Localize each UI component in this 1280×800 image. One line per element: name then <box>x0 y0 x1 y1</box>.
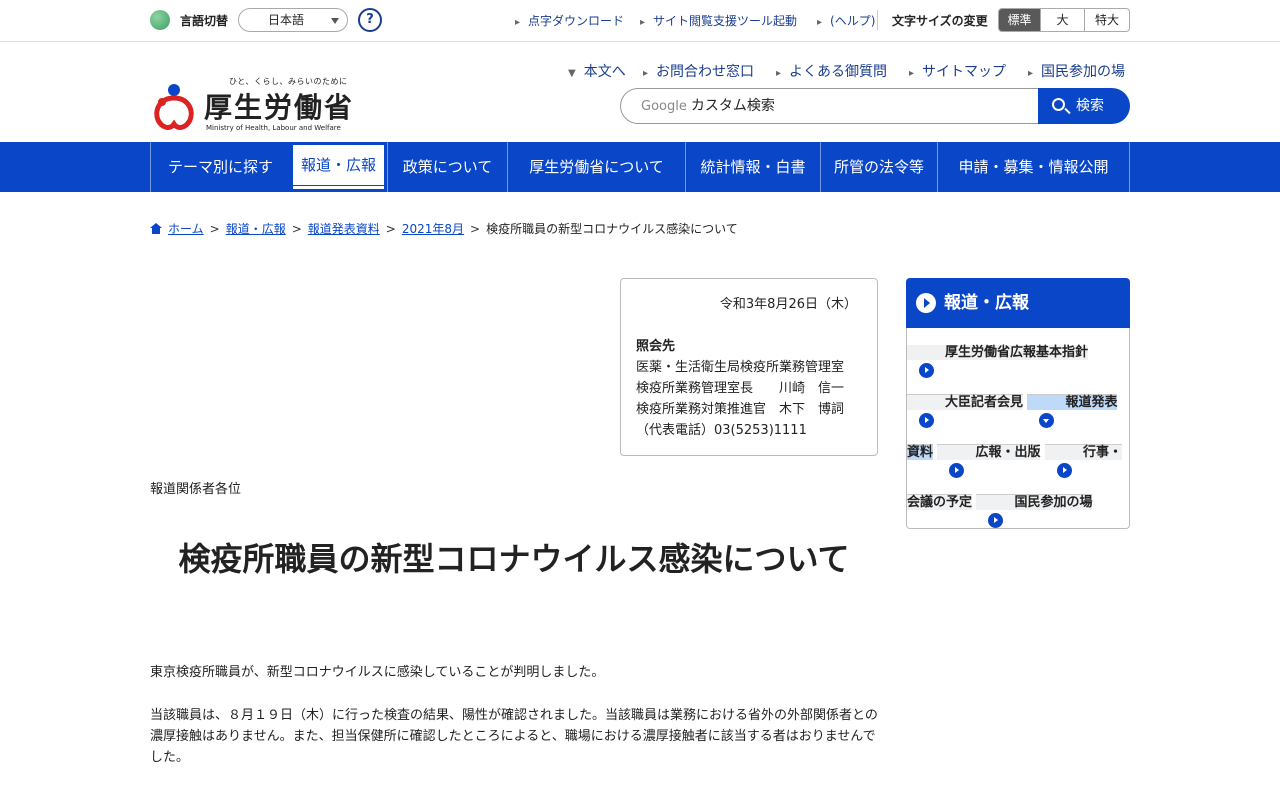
nav-theme[interactable]: テーマ別に探す <box>150 142 290 192</box>
braille-download-link[interactable]: 点字ダウンロード <box>515 12 624 29</box>
arrow-right-circle-icon <box>949 463 965 478</box>
contact-line: 検疫所業務管理室長 川崎 信一 <box>636 381 845 396</box>
skip-to-content-link[interactable]: ▼ 本文へ <box>568 61 626 81</box>
body-paragraph: 東京検疫所職員が、新型コロナウイルスに感染していることが判明しました。 <box>150 665 605 680</box>
mhlw-logo-icon <box>154 84 194 130</box>
arrow-right-icon: ▸ <box>643 68 649 79</box>
arrow-right-circle-icon <box>916 293 936 313</box>
breadcrumb-releases[interactable]: 報道発表資料 <box>308 222 380 236</box>
side-nav-item-publications[interactable]: 広報・出版 <box>937 444 1041 478</box>
breadcrumb-current: 検疫所職員の新型コロナウイルス感染について <box>486 222 738 236</box>
font-size-xlarge-button[interactable]: 特大 <box>1085 9 1129 31</box>
contact-line: 検疫所業務対策推進官 木下 博詞 <box>636 402 845 417</box>
nav-laws[interactable]: 所管の法令等 <box>820 142 937 192</box>
breadcrumb-press[interactable]: 報道・広報 <box>226 222 286 236</box>
contact-link[interactable]: ▸ お問合わせ窓口 <box>643 61 754 81</box>
font-size-switcher: 標準 大 特大 <box>998 8 1130 32</box>
search-button[interactable]: 検索 <box>1038 88 1130 124</box>
font-size-label: 文字サイズの変更 <box>892 14 988 28</box>
home-icon <box>150 223 162 234</box>
arrow-right-icon: ▸ <box>909 68 915 79</box>
arrow-down-icon: ▼ <box>568 68 576 79</box>
font-size-standard-button[interactable]: 標準 <box>999 9 1041 31</box>
globe-icon <box>150 10 170 30</box>
side-nav-item-pr-guidelines[interactable]: 厚生労働省広報基本指針 <box>907 345 1089 378</box>
breadcrumb: ホーム > 報道・広報 > 報道発表資料 >2021年8月 > 検疫所職員の新型コロナウイルス… <box>150 220 738 237</box>
faq-link[interactable]: ▸ よくある御質問 <box>776 61 887 81</box>
chevron-down-icon <box>331 18 339 24</box>
arrow-right-circle-icon <box>919 413 934 428</box>
side-nav: 報道・広報 厚生労働省広報基本指針 大臣記者会見 報道発表資料 広報・出版 行事… <box>906 278 1130 529</box>
contact-block: 照会先 医薬・生活衛生局検疫所業務管理室 検疫所業務管理室長 川崎 信一 検疫所… <box>636 336 844 441</box>
arrow-right-icon: ▸ <box>1028 68 1034 79</box>
search-input[interactable]: Google カスタム検索 <box>620 88 1040 124</box>
logo-name: 厚生労働省 <box>204 91 355 124</box>
side-nav-item-press-conference[interactable]: 大臣記者会見 <box>907 394 1024 428</box>
side-nav-list: 厚生労働省広報基本指針 大臣記者会見 報道発表資料 広報・出版 行事・会議の予定… <box>906 328 1130 529</box>
support-tool-link[interactable]: サイト閲覧支援ツール起動 <box>640 12 797 29</box>
search-placeholder: カスタム検索 <box>690 98 775 114</box>
language-select-value: 日本語 <box>267 13 304 27</box>
arrow-right-circle-icon <box>1056 463 1072 478</box>
language-switch-label: 言語切替 <box>180 14 229 28</box>
logo-english: Ministry of Health, Labour and Welfare <box>206 124 341 132</box>
contact-heading: 照会先 <box>636 339 676 354</box>
global-nav: テーマ別に探す 報道・広報 政策について 厚生労働省について 統計情報・白書 所… <box>0 142 1280 192</box>
arrow-right-circle-icon <box>988 513 1004 528</box>
nav-statistics[interactable]: 統計情報・白書 <box>685 142 820 192</box>
side-nav-item-participation[interactable]: 国民参加の場 <box>976 494 1093 528</box>
contact-info-box: 令和3年8月26日（木） 照会先 医薬・生活衛生局検疫所業務管理室 検疫所業務管… <box>620 278 878 456</box>
font-size-large-button[interactable]: 大 <box>1041 9 1085 31</box>
release-date: 令和3年8月26日（木） <box>719 297 857 312</box>
divider <box>877 10 878 30</box>
utility-bar: 言語切替 日本語 ? 点字ダウンロード サイト閲覧支援ツール起動 (ヘルプ) 文… <box>0 0 1280 42</box>
nav-press[interactable]: 報道・広報 <box>290 142 387 192</box>
side-nav-heading[interactable]: 報道・広報 <box>906 278 1130 328</box>
arrow-right-circle-icon <box>919 363 934 378</box>
support-tool-help-link[interactable]: (ヘルプ) <box>817 12 875 29</box>
nav-policy[interactable]: 政策について <box>387 142 507 192</box>
arrow-down-circle-icon <box>1039 413 1055 428</box>
body-paragraph: 当該職員は、８月１９日（木）に行った検査の結果、陽性が確認されました。当該職員は… <box>150 708 878 765</box>
breadcrumb-home[interactable]: ホーム <box>168 222 204 236</box>
search-provider: Google <box>641 99 687 114</box>
nav-applications[interactable]: 申請・募集・情報公開 <box>937 142 1130 192</box>
search-icon <box>1052 98 1065 111</box>
addressee: 報道関係者各位 <box>150 482 242 497</box>
language-select[interactable]: 日本語 <box>238 8 348 32</box>
contact-line: 医薬・生活衛生局検疫所業務管理室 <box>636 360 845 375</box>
help-icon[interactable]: ? <box>358 8 382 32</box>
contact-line: （代表電話）03(5253)1111 <box>636 423 807 438</box>
sitemap-link[interactable]: ▸ サイトマップ <box>909 61 1006 81</box>
nav-about[interactable]: 厚生労働省について <box>507 142 685 192</box>
page-title: 検疫所職員の新型コロナウイルス感染について <box>178 540 850 578</box>
arrow-right-icon: ▸ <box>776 68 782 79</box>
breadcrumb-month[interactable]: 2021年8月 <box>402 222 464 236</box>
participation-link[interactable]: ▸ 国民参加の場 <box>1028 61 1125 81</box>
